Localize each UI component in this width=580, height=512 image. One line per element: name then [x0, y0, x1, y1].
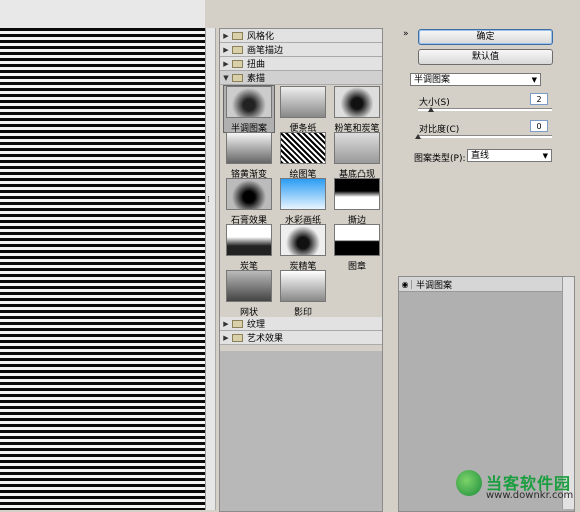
folder-icon [232, 59, 243, 68]
filter-preview-image [226, 270, 272, 302]
filter-gallery: ▶ 风格化 ▶ 画笔描边 ▶ 扭曲 ▼ 素描 半调图案 便条纸 粉笔和炭笔铬黄渐变 绘图笔 基底凸现石… [219, 28, 383, 512]
category-categories_bottom-1[interactable]: ▶ 艺术效果 [220, 331, 382, 345]
contrast-slider-track[interactable] [418, 135, 552, 138]
filter-thumbnail[interactable]: 铬黄渐变 [224, 132, 274, 180]
filter-thumbnail[interactable]: 便条纸 [278, 86, 328, 134]
effect-layer-row[interactable]: ◉ 半调图案 [399, 277, 562, 292]
watermark-logo-icon [456, 470, 482, 496]
category-label: 风格化 [247, 32, 275, 42]
default-button[interactable]: 默认值 [418, 49, 553, 65]
filter-preview-image [280, 270, 326, 302]
splitter-grip-icon[interactable]: ⁞ [207, 196, 210, 205]
filter-preview-canvas[interactable] [0, 28, 206, 510]
folder-icon [232, 73, 243, 82]
watermark-url: www.downkr.com [486, 490, 574, 501]
pattern-type-value: 直线 [471, 151, 490, 161]
filter-settings-panel: » 确定 默认值 半调图案 ▼ 大小(S) 2 对比度(C) 0 图案类型(P)… [390, 0, 580, 512]
filter-thumbnail[interactable]: 网状 [224, 270, 274, 318]
filter-preview-image [280, 132, 326, 164]
contrast-label: 对比度(C) [419, 125, 460, 135]
filter-select[interactable]: 半调图案 ▼ [410, 73, 541, 86]
pattern-type-label: 图案类型(P): [414, 154, 466, 164]
category-categories_top-0[interactable]: ▶ 风格化 [220, 29, 382, 43]
category-categories_top-1[interactable]: ▶ 画笔描边 [220, 43, 382, 57]
filter-thumbnail[interactable]: 粉笔和炭笔 [332, 86, 382, 134]
filter-thumbnail[interactable]: 撕边 [332, 178, 382, 226]
category-label: 艺术效果 [247, 334, 284, 344]
size-input[interactable]: 2 [530, 93, 548, 105]
category-label: 画笔描边 [247, 46, 284, 56]
folder-icon [232, 319, 243, 328]
collapse-gallery-icon[interactable]: » [403, 29, 409, 39]
expand-right-icon[interactable]: ▶ [220, 32, 232, 40]
folder-icon [232, 333, 243, 342]
filter-preview-image [226, 132, 272, 164]
filter-thumbnail[interactable]: 半调图案 [223, 85, 275, 134]
expand-down-icon[interactable]: ▼ [220, 74, 232, 82]
filter-preview-image [280, 178, 326, 210]
ok-button[interactable]: 确定 [418, 29, 553, 45]
filter-preview-image [226, 178, 272, 210]
category-label: 扭曲 [247, 60, 266, 70]
filter-preview-image [226, 224, 272, 256]
filter-thumbnail[interactable]: 基底凸现 [332, 132, 382, 180]
site-watermark: 当客软件园 www.downkr.com [452, 464, 580, 510]
pattern-type-select[interactable]: 直线 ▼ [467, 149, 552, 162]
preview-splitter[interactable]: ⁞ [205, 28, 216, 510]
category-categories_bottom-0[interactable]: ▶ 纹理 [220, 317, 382, 331]
chevron-down-icon: ▼ [542, 152, 548, 160]
filter-preview-image [334, 86, 380, 118]
size-slider-knob[interactable] [428, 107, 435, 112]
contrast-slider-knob[interactable] [415, 134, 421, 139]
filter-thumbnail[interactable]: 绘图笔 [278, 132, 328, 180]
filter-preview-image [334, 224, 380, 256]
filter-preview-image [226, 86, 272, 118]
filter-thumbnail[interactable]: 石膏效果 [224, 178, 274, 226]
category-categories_top-2[interactable]: ▶ 扭曲 [220, 57, 382, 71]
category-label: 素描 [247, 74, 266, 84]
preview-top-bar [0, 0, 205, 28]
filter-thumbnail[interactable]: 炭精笔 [278, 224, 328, 272]
expand-right-icon[interactable]: ▶ [220, 320, 232, 328]
category-label: 纹理 [247, 320, 266, 330]
filter-thumbnail[interactable]: 水彩画纸 [278, 178, 328, 226]
filter-thumbnail[interactable]: 影印 [278, 270, 328, 318]
folder-icon [232, 31, 243, 40]
filter-label: 图章 [347, 262, 366, 272]
filter-thumbnail[interactable]: 炭笔 [224, 224, 274, 272]
filter-thumbnail[interactable]: 图章 [332, 224, 382, 272]
chevron-down-icon: ▼ [531, 76, 537, 84]
filter-preview-image [334, 132, 380, 164]
expand-right-icon[interactable]: ▶ [220, 334, 232, 342]
category-categories_top-3[interactable]: ▼ 素描 [220, 71, 382, 85]
folder-icon [232, 45, 243, 54]
gallery-empty-area [220, 351, 382, 511]
eye-icon[interactable]: ◉ [399, 279, 412, 289]
expand-right-icon[interactable]: ▶ [220, 46, 232, 54]
filter-preview-image [280, 86, 326, 118]
filter-preview-image [280, 224, 326, 256]
size-slider-track[interactable] [418, 108, 552, 111]
filter-select-value: 半调图案 [414, 75, 451, 85]
effect-layer-name: 半调图案 [416, 280, 453, 291]
contrast-input[interactable]: 0 [530, 120, 548, 132]
filter-preview-image [334, 178, 380, 210]
expand-right-icon[interactable]: ▶ [220, 60, 232, 68]
